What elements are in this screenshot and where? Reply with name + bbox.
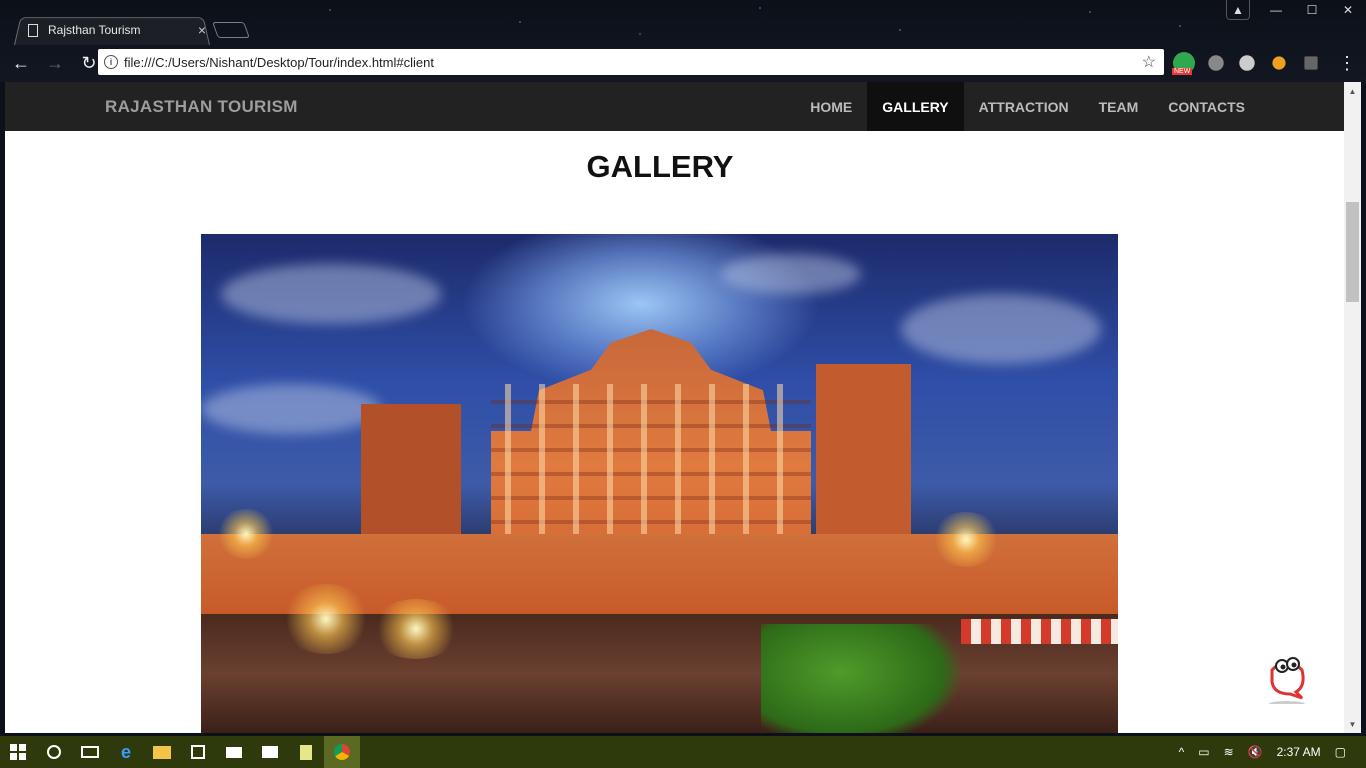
info-icon[interactable]: i [104, 55, 118, 69]
address-bar[interactable]: i file:///C:/Users/Nishant/Desktop/Tour/… [98, 49, 1164, 75]
bookmark-star-icon[interactable]: ☆ [1142, 52, 1156, 72]
gallery-image-hawa-mahal[interactable] [201, 234, 1118, 733]
cloud [201, 384, 381, 434]
tab-close-icon[interactable]: × [198, 22, 206, 38]
minimize-button[interactable]: — [1258, 0, 1294, 20]
windows-taskbar: e ^ ▭ ≋ 🔇 2:37 AM ▢ [0, 736, 1366, 768]
shop-awning [961, 619, 1118, 644]
url-text[interactable]: file:///C:/Users/Nishant/Desktop/Tour/in… [124, 55, 434, 70]
page-heading: GALLERY [586, 149, 734, 184]
cloud [721, 254, 861, 294]
page-icon [28, 23, 38, 37]
extension-eye-icon[interactable] [1272, 56, 1286, 70]
chrome-icon[interactable] [324, 736, 360, 768]
new-badge: NEW [1172, 68, 1193, 75]
window-controls: ▲ — ☐ ✕ [1226, 0, 1366, 20]
scroll-down-icon[interactable]: ▼ [1344, 717, 1361, 731]
new-tab-button[interactable] [212, 22, 250, 38]
profile-icon[interactable]: ▲ [1226, 0, 1250, 20]
extension-lightbulb-icon[interactable] [1208, 55, 1224, 71]
shop-light [281, 584, 371, 654]
nav-gallery[interactable]: GALLERY [867, 82, 964, 131]
nav-home[interactable]: HOME [795, 82, 867, 131]
chat-widget-icon[interactable] [1262, 652, 1310, 704]
action-center-icon[interactable]: ▢ [1335, 745, 1346, 759]
cloud [221, 264, 441, 324]
mail-icon[interactable] [216, 736, 252, 768]
close-window-button[interactable]: ✕ [1330, 0, 1366, 20]
wifi-icon[interactable]: ≋ [1224, 745, 1234, 759]
back-button[interactable]: ← [8, 50, 34, 76]
left-tower [361, 404, 461, 544]
cortana-search-icon[interactable] [36, 736, 72, 768]
cloud [901, 294, 1101, 364]
nav-team[interactable]: TEAM [1084, 82, 1154, 131]
download-icon[interactable] [1304, 56, 1318, 70]
tray-expand-icon[interactable]: ^ [1179, 745, 1185, 759]
volume-muted-icon[interactable]: 🔇 [1248, 745, 1263, 759]
browser-toolbar: ← → ↻ i file:///C:/Users/Nishant/Desktop… [0, 44, 1366, 82]
nav-attraction[interactable]: ATTRACTION [964, 82, 1084, 131]
edge-browser-icon[interactable]: e [108, 736, 144, 768]
system-tray: ^ ▭ ≋ 🔇 2:37 AM ▢ [1172, 736, 1366, 768]
browser-menu-icon[interactable]: ⋮ [1334, 50, 1360, 76]
movies-icon[interactable] [252, 736, 288, 768]
battery-icon[interactable]: ▭ [1198, 745, 1209, 759]
page-scrollbar[interactable]: ▲ ▼ [1344, 82, 1361, 733]
site-menu: HOME GALLERY ATTRACTION TEAM CONTACTS [795, 82, 1260, 131]
clock[interactable]: 2:37 AM [1277, 745, 1321, 759]
maximize-button[interactable]: ☐ [1294, 0, 1330, 20]
browser-tab[interactable]: Rajsthan Tourism × [28, 18, 206, 42]
store-icon[interactable] [180, 736, 216, 768]
street-lamp [931, 512, 1001, 567]
forward-button[interactable]: → [42, 50, 68, 76]
web-page: RAJASTHAN TOURISM HOME GALLERY ATTRACTIO… [5, 82, 1344, 733]
nav-contacts[interactable]: CONTACTS [1153, 82, 1260, 131]
notepad-icon[interactable] [288, 736, 324, 768]
browser-frame: Rajsthan Tourism × ▲ — ☐ ✕ ← → ↻ i file:… [0, 0, 1366, 82]
windows-logo-icon [10, 744, 26, 760]
site-brand[interactable]: RAJASTHAN TOURISM [105, 97, 298, 117]
window-right-border [1361, 82, 1366, 733]
task-view-icon[interactable] [72, 736, 108, 768]
tab-title: Rajsthan Tourism [48, 23, 141, 37]
scroll-thumb[interactable] [1346, 202, 1359, 302]
right-tower [816, 364, 911, 544]
site-navbar: RAJASTHAN TOURISM HOME GALLERY ATTRACTIO… [5, 82, 1344, 131]
file-explorer-icon[interactable] [144, 736, 180, 768]
scroll-up-icon[interactable]: ▲ [1344, 84, 1361, 98]
extension-palette-icon[interactable] [1239, 55, 1255, 71]
shop-light [371, 599, 461, 659]
start-button[interactable] [0, 736, 36, 768]
street-lamp [216, 509, 276, 559]
tree [761, 624, 961, 733]
